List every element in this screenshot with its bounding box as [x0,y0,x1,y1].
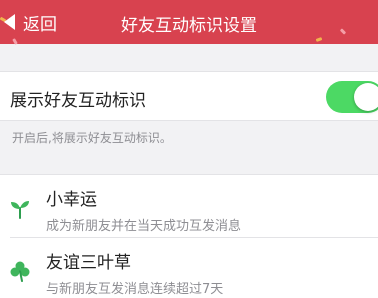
badge-list: 小幸运 成为新朋友并在当天成功互发消息 友谊三叶草 与新朋友互发消息连续超过7天 [0,174,378,298]
badge-title: 小幸运 [46,190,97,210]
badge-description: 成为新朋友并在当天成功互发消息 [46,219,242,234]
toggle-label: 展示好友互动标识 [10,91,146,111]
page-title: 好友互动标识设置 [121,16,257,36]
badge-title: 友谊三叶草 [46,253,131,273]
clover-icon [10,261,30,282]
list-item: 小幸运 成为新朋友并在当天成功互发消息 [0,175,378,238]
hint-text: 开启后,将展示好友互动标识。 [12,131,172,145]
confetti-decoration [315,37,323,42]
confetti-decoration [12,38,18,45]
badge-description: 与新朋友互发消息连续超过7天 [46,282,224,297]
navigation-bar: 返回 好友互动标识设置 [0,0,378,45]
show-interaction-badge-row: 展示好友互动标识 [0,71,378,121]
list-item: 友谊三叶草 与新朋友互发消息连续超过7天 [0,238,378,298]
switch-knob [354,83,378,111]
show-badge-switch[interactable] [326,81,378,113]
sprout-icon [11,201,29,219]
